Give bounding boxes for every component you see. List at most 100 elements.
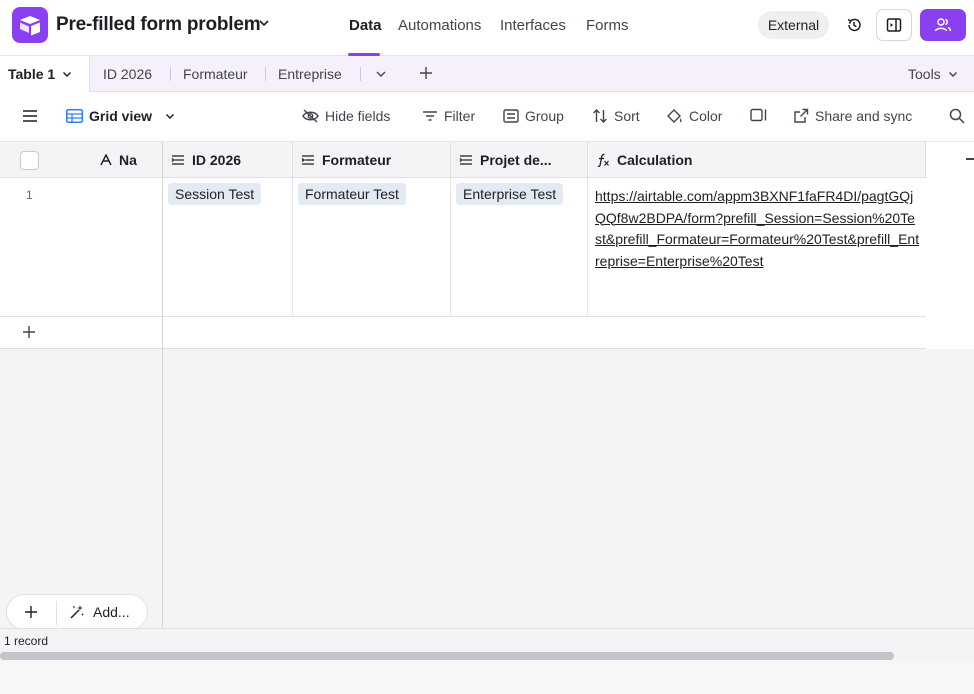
tab-divider: [170, 67, 171, 81]
eye-slash-icon: [302, 109, 319, 123]
chevron-down-icon[interactable]: [257, 16, 271, 30]
tab-divider: [265, 67, 266, 81]
tab-id-2026[interactable]: ID 2026: [103, 66, 152, 82]
nav-tab-data[interactable]: Data: [349, 17, 382, 34]
view-switcher[interactable]: Grid view: [66, 108, 176, 124]
link-field-icon: [459, 155, 472, 165]
add-record-icon[interactable]: [21, 324, 37, 340]
row-height-icon[interactable]: [750, 108, 768, 122]
link-field-icon: [301, 155, 314, 165]
tab-table-1[interactable]: Table 1: [0, 56, 90, 92]
group-label: Group: [525, 108, 564, 124]
nav-tab-automations[interactable]: Automations: [398, 17, 481, 34]
table-tabs: Table 1 ID 2026 Formateur Entreprise Too…: [0, 56, 974, 92]
tab-entreprise[interactable]: Entreprise: [278, 66, 342, 82]
collaborators-button[interactable]: [920, 9, 966, 41]
column-header-projet[interactable]: Projet de...: [451, 142, 588, 178]
users-icon: [934, 18, 952, 32]
more-tables-chevron-icon[interactable]: [374, 67, 388, 81]
chevron-down-icon: [166, 114, 175, 119]
add-record-icon[interactable]: [23, 604, 39, 620]
formula-icon: [597, 153, 609, 167]
paint-bucket-icon: [667, 108, 682, 123]
row-number: 1: [26, 188, 33, 202]
calculation-link[interactable]: https://airtable.com/appm3BXNF1faFR4DI/p…: [595, 186, 921, 272]
record-count: 1 record: [4, 634, 49, 648]
column-header-label: Formateur: [322, 152, 392, 168]
divider: [56, 601, 57, 625]
base-title[interactable]: Pre-filled form problem: [56, 14, 261, 36]
cell-projet[interactable]: Enterprise Test: [451, 178, 588, 317]
grid-header-row: Na ID 2026 Formateur Projet de... Calcul…: [0, 142, 926, 178]
chevron-down-icon: [63, 72, 72, 77]
magic-wand-icon: [70, 605, 84, 619]
select-all-cell: [0, 142, 92, 178]
share-sync-label: Share and sync: [815, 108, 913, 124]
hide-fields-button[interactable]: Hide fields: [302, 108, 390, 124]
filter-label: Filter: [444, 108, 476, 124]
link-field-icon: [171, 155, 184, 165]
share-external-icon: [794, 108, 809, 123]
text-a-icon: [100, 154, 112, 166]
group-icon: [503, 109, 519, 123]
add-table-icon[interactable]: [418, 65, 434, 81]
cell-formateur[interactable]: Formateur Test: [293, 178, 451, 317]
cell-name[interactable]: [92, 178, 163, 317]
app-header: Pre-filled form problem Data Automations…: [0, 0, 974, 56]
row-number-cell: 1: [0, 178, 92, 317]
share-sync-button[interactable]: Share and sync: [793, 108, 912, 124]
filter-button[interactable]: Filter: [422, 108, 475, 124]
column-header-formateur[interactable]: Formateur: [293, 142, 451, 178]
chevron-down-icon: [948, 72, 957, 77]
cell-calculation[interactable]: https://airtable.com/appm3BXNF1faFR4DI/p…: [588, 178, 926, 317]
group-button[interactable]: Group: [503, 108, 564, 124]
linked-record-chip[interactable]: Session Test: [168, 183, 262, 205]
column-header-label: ID 2026: [192, 152, 242, 168]
search-icon[interactable]: [949, 108, 965, 124]
color-label: Color: [689, 108, 723, 124]
horizontal-scrollbar[interactable]: [0, 652, 894, 660]
column-header-label: Calculation: [617, 152, 693, 168]
add-field-button[interactable]: [926, 142, 974, 178]
panel-icon: [886, 18, 902, 32]
grid-icon: [66, 109, 83, 123]
sort-icon: [593, 109, 607, 123]
menu-icon[interactable]: [22, 109, 38, 123]
status-bar: 1 record: [0, 628, 974, 652]
base-logo-icon[interactable]: [12, 7, 48, 43]
tab-formateur[interactable]: Formateur: [183, 66, 248, 82]
cell-id-2026[interactable]: Session Test: [163, 178, 293, 317]
tools-menu[interactable]: Tools: [908, 66, 959, 82]
nav-tab-forms[interactable]: Forms: [586, 17, 629, 34]
view-toolbar: Grid view Hide fields Filter Group Sort: [0, 92, 974, 142]
page-footer: [0, 662, 974, 694]
frozen-column-divider: [162, 142, 163, 662]
tab-divider: [360, 67, 361, 81]
column-header-name[interactable]: Na: [92, 142, 163, 178]
sort-label: Sort: [614, 108, 640, 124]
add-toolbar: Add...: [6, 594, 148, 630]
add-record-row[interactable]: [0, 317, 926, 349]
add-with-ai-button[interactable]: Add...: [69, 604, 130, 620]
column-header-label: Projet de...: [480, 152, 552, 168]
color-button[interactable]: Color: [666, 108, 722, 124]
column-header-label: Na: [119, 152, 137, 168]
side-panel-button[interactable]: [876, 9, 912, 41]
column-header-calculation[interactable]: Calculation: [588, 142, 926, 178]
external-button[interactable]: External: [758, 11, 829, 39]
tab-label: Table 1: [8, 66, 56, 82]
select-all-checkbox[interactable]: [20, 151, 39, 170]
column-header-id-2026[interactable]: ID 2026: [163, 142, 293, 178]
nav-tab-interfaces[interactable]: Interfaces: [500, 17, 566, 34]
hide-fields-label: Hide fields: [325, 108, 391, 124]
view-name: Grid view: [89, 108, 153, 124]
add-field-icon[interactable]: [966, 158, 974, 160]
tools-label: Tools: [908, 66, 941, 82]
linked-record-chip[interactable]: Enterprise Test: [456, 183, 564, 205]
filter-icon: [423, 111, 437, 121]
history-icon[interactable]: [840, 11, 868, 39]
add-label: Add...: [93, 604, 130, 620]
sort-button[interactable]: Sort: [592, 108, 640, 124]
linked-record-chip[interactable]: Formateur Test: [298, 183, 406, 205]
table-row[interactable]: 1 Session Test Formateur Test Enterprise…: [0, 178, 926, 317]
